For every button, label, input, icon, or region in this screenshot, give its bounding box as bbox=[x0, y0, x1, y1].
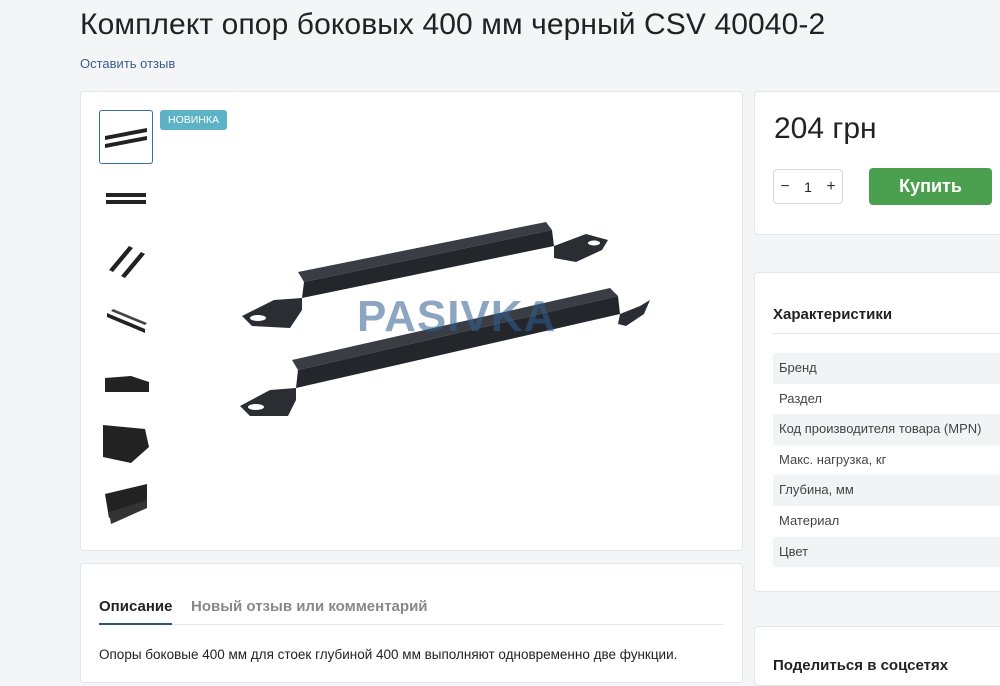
thumbnail-6[interactable] bbox=[99, 415, 153, 469]
tabs-divider bbox=[99, 624, 723, 625]
quantity-stepper: − 1 + bbox=[773, 169, 843, 204]
bracket-thumbnail-icon bbox=[109, 246, 145, 278]
spec-row-section: Раздел bbox=[779, 390, 822, 406]
active-tab-indicator bbox=[99, 623, 172, 625]
thumbnail-5[interactable] bbox=[99, 354, 153, 408]
spec-row-material: Материал bbox=[779, 512, 840, 528]
watermark-logo: PASIVKA bbox=[357, 292, 557, 341]
thumbnail-list bbox=[99, 110, 155, 537]
tab-description[interactable]: Описание bbox=[99, 598, 172, 615]
thumbnail-4[interactable] bbox=[99, 293, 153, 347]
thumbnail-3[interactable] bbox=[99, 232, 153, 286]
share-title: Поделиться в соцсетях bbox=[773, 657, 949, 674]
leave-review-link[interactable]: Оставить отзыв bbox=[80, 56, 175, 71]
spec-row-brand: Бренд bbox=[773, 353, 1000, 384]
spec-row-mpn: Код производителя товара (MPN) bbox=[773, 414, 1000, 445]
product-price: 204 грн bbox=[774, 112, 877, 145]
new-badge: НОВИНКА bbox=[160, 110, 228, 130]
bracket-thumbnail-icon bbox=[103, 425, 149, 463]
specs-list: Бренд Раздел Код производителя товара (M… bbox=[773, 353, 1000, 568]
page-title: Комплект опор боковых 400 мм черный CSV … bbox=[80, 8, 826, 41]
bracket-thumbnail-icon bbox=[106, 193, 146, 204]
spec-row-depth: Глубина, мм bbox=[773, 475, 1000, 506]
bracket-thumbnail-icon bbox=[105, 128, 147, 148]
buy-button[interactable]: Купить bbox=[869, 168, 992, 205]
bracket-thumbnail-icon bbox=[105, 484, 147, 524]
spec-row-color: Цвет bbox=[773, 536, 1000, 568]
thumbnail-2[interactable] bbox=[99, 171, 153, 225]
spec-row-max-load: Макс. нагрузка, кг bbox=[779, 451, 887, 467]
quantity-value[interactable]: 1 bbox=[804, 179, 812, 195]
bracket-thumbnail-icon bbox=[107, 309, 147, 333]
tab-new-review[interactable]: Новый отзыв или комментарий bbox=[191, 598, 428, 615]
specs-divider bbox=[773, 333, 1000, 334]
thumbnail-1[interactable] bbox=[99, 110, 153, 164]
bracket-thumbnail-icon bbox=[105, 376, 149, 392]
description-card bbox=[80, 563, 743, 683]
share-card bbox=[754, 626, 1000, 686]
decrease-quantity-button[interactable]: − bbox=[774, 178, 796, 196]
specs-title: Характеристики bbox=[773, 306, 893, 323]
description-text: Опоры боковые 400 мм для стоек глубиной … bbox=[99, 647, 678, 662]
increase-quantity-button[interactable]: + bbox=[820, 178, 842, 196]
thumbnail-7[interactable] bbox=[99, 476, 153, 530]
